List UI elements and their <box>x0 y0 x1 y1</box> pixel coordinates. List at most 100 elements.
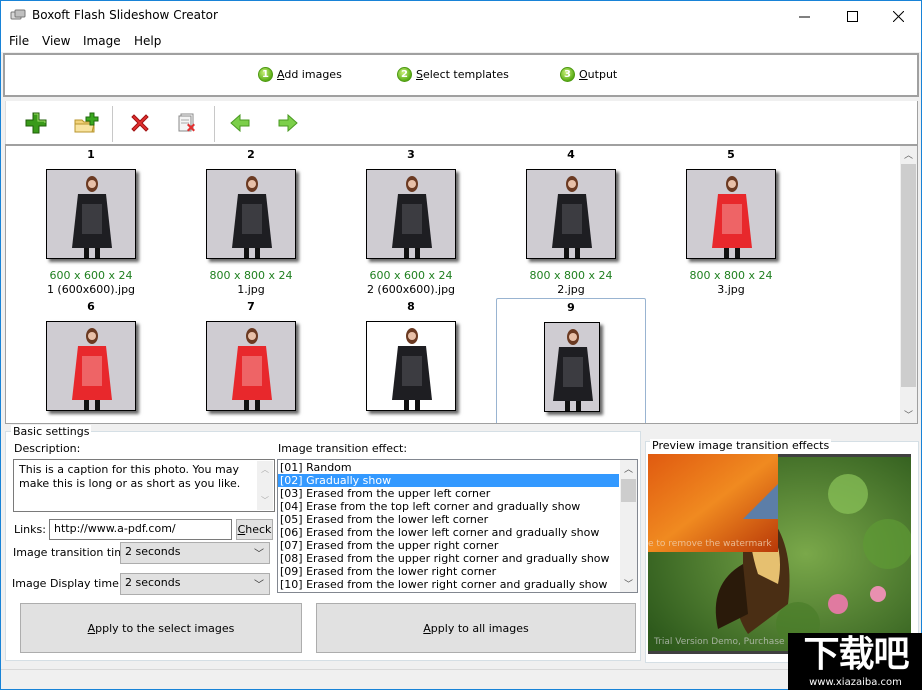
thumbnail-filename: 2.jpg <box>557 283 585 296</box>
scrollbar-thumb[interactable] <box>901 164 916 387</box>
thumbnail-item[interactable]: 5 800 x 800 x 24 3.jpg <box>656 146 806 296</box>
thumbnail-number: 3 <box>407 148 415 161</box>
plus-icon <box>25 112 47 134</box>
thumbnail-image <box>686 169 776 259</box>
move-right-button[interactable] <box>274 110 302 136</box>
site-watermark: 下载吧 www.xiazaiba.com <box>788 633 922 690</box>
add-folder-button[interactable] <box>72 110 100 136</box>
effect-list-item[interactable]: [08] Erased from the upper right corner … <box>278 552 619 565</box>
effect-list-item[interactable]: [10] Erased from the lower right corner … <box>278 578 619 591</box>
model-photo <box>712 176 752 258</box>
effect-list-item[interactable]: [06] Erased from the lower left corner a… <box>278 526 619 539</box>
add-image-button[interactable] <box>22 110 50 136</box>
display-time-label: Image Display time: <box>12 577 123 590</box>
maximize-button[interactable] <box>829 1 875 31</box>
scroll-down-icon[interactable]: ﹀ <box>900 406 917 423</box>
thumbnail-image <box>206 321 296 411</box>
effect-list-item[interactable]: [07] Erased from the upper right corner <box>278 539 619 552</box>
thumbnail-image <box>366 321 456 411</box>
preview-watermark-top: e to remove the watermark <box>648 539 772 549</box>
wizard-steps: 1 Add images 2 Select templates 3 Output <box>3 53 919 97</box>
scroll-up-icon[interactable]: ︿ <box>624 462 633 475</box>
model-photo <box>232 328 272 410</box>
app-icon <box>10 9 26 20</box>
thumbnail-item[interactable]: 6 <box>16 298 166 423</box>
thumbnail-image <box>366 169 456 259</box>
minimize-button[interactable] <box>781 1 827 31</box>
check-button[interactable]: Check <box>236 519 273 540</box>
clear-all-button[interactable] <box>173 110 201 136</box>
description-text: This is a caption for this photo. You ma… <box>19 463 241 490</box>
effect-list-item[interactable]: [03] Erased from the upper left corner <box>278 487 619 500</box>
links-label: Links: <box>14 523 46 536</box>
step-number-icon: 2 <box>397 67 412 82</box>
thumbnail-number: 4 <box>567 148 575 161</box>
thumbnail-item[interactable]: 3 600 x 600 x 24 2 (600x600).jpg <box>336 146 486 296</box>
thumbnail-item[interactable]: 7 <box>176 298 326 423</box>
thumbnail-item[interactable]: 4 800 x 800 x 24 2.jpg <box>496 146 646 296</box>
minimize-icon <box>798 16 810 17</box>
preview-title: Preview image transition effects <box>650 439 832 452</box>
menu-image[interactable]: Image <box>83 34 121 48</box>
step-output[interactable]: 3 Output <box>560 67 617 82</box>
effect-list-item[interactable]: [04] Erase from the top left corner and … <box>278 500 619 513</box>
scroll-up-icon[interactable]: ︿ <box>261 463 269 477</box>
thumbnail-item[interactable]: 9 <box>496 298 646 423</box>
step-add-images[interactable]: 1 Add images <box>258 67 342 82</box>
step-label: Select templates <box>416 68 509 81</box>
step-number-icon: 3 <box>560 67 575 82</box>
transition-effect-list[interactable]: [01] Random [02] Gradually show [03] Erase… <box>277 459 638 593</box>
effect-list-item[interactable]: [09] Erased from the lower right corner <box>278 565 619 578</box>
links-input[interactable]: http://www.a-pdf.com/ <box>49 519 232 540</box>
thumbnail-dimensions: 600 x 600 x 24 <box>49 269 133 282</box>
thumbnail-number: 1 <box>87 148 95 161</box>
move-left-button[interactable] <box>226 110 254 136</box>
scrollbar-thumb[interactable] <box>621 479 636 502</box>
step-select-templates[interactable]: 2 Select templates <box>397 67 509 82</box>
butterfly-preview-image: e to remove the watermark Trial Version … <box>648 454 911 654</box>
description-textarea[interactable]: This is a caption for this photo. You ma… <box>13 459 275 512</box>
transition-time-label: Image transition time: <box>13 546 136 559</box>
close-button[interactable] <box>875 1 921 31</box>
menu-help[interactable]: Help <box>134 34 161 48</box>
app-window: Boxoft Flash Slideshow Creator File View… <box>0 0 922 690</box>
step-label: Output <box>579 68 618 81</box>
model-photo <box>72 176 112 258</box>
thumbnail-filename: 1 (600x600).jpg <box>46 283 136 296</box>
thumbnail-item[interactable]: 8 <box>336 298 486 423</box>
effect-list-item[interactable]: [01] Random <box>278 461 619 474</box>
effect-list-scrollbar[interactable]: ︿ ﹀ <box>620 460 637 592</box>
apply-selected-button[interactable]: Apply to the select images <box>20 603 302 653</box>
thumbnail-item[interactable]: 1 600 x 600 x 24 1 (600x600).jpg <box>16 146 166 296</box>
toolbar <box>5 101 918 145</box>
thumbnail-image <box>526 169 616 259</box>
maximize-icon <box>846 10 858 22</box>
thumbnail-number: 6 <box>87 300 95 313</box>
transition-time-select[interactable]: 2 seconds ﹀ <box>120 542 270 564</box>
effect-list-item[interactable]: [02] Gradually show <box>278 474 619 487</box>
effect-list-item[interactable]: [05] Erased from the lower left corner <box>278 513 619 526</box>
preview-watermark-bottom: Trial Version Demo, Purchase <box>653 637 785 647</box>
scroll-down-icon[interactable]: ﹀ <box>261 494 269 508</box>
menu-view[interactable]: View <box>42 34 70 48</box>
menu-bar: File View Image Help <box>1 31 921 52</box>
scroll-up-icon[interactable]: ︿ <box>900 146 917 163</box>
menu-file[interactable]: File <box>9 34 29 48</box>
image-gallery[interactable]: ︿ ﹀ 1 600 x 600 x 24 1 (600x600).jpg 2 800 x… <box>5 144 918 424</box>
scroll-down-icon[interactable]: ﹀ <box>624 577 633 590</box>
thumbnail-dimensions: 800 x 800 x 24 <box>689 269 773 282</box>
display-time-select[interactable]: 2 seconds ﹀ <box>120 573 270 595</box>
preview-image: e to remove the watermark Trial Version … <box>648 454 911 654</box>
close-icon <box>892 10 904 22</box>
delete-button[interactable] <box>126 110 154 136</box>
apply-all-button[interactable]: Apply to all images <box>316 603 636 653</box>
model-photo <box>392 328 432 410</box>
clear-pages-icon <box>178 113 195 132</box>
title-bar[interactable]: Boxoft Flash Slideshow Creator <box>1 1 921 31</box>
status-bar <box>1 669 921 689</box>
description-scrollbar[interactable]: ︿ ﹀ <box>257 461 273 510</box>
watermark-logo: 下载吧 <box>803 634 909 675</box>
transition-effect-label: Image transition effect: <box>278 442 408 455</box>
gallery-scrollbar[interactable]: ︿ ﹀ <box>900 146 917 423</box>
thumbnail-item[interactable]: 2 800 x 800 x 24 1.jpg <box>176 146 326 296</box>
